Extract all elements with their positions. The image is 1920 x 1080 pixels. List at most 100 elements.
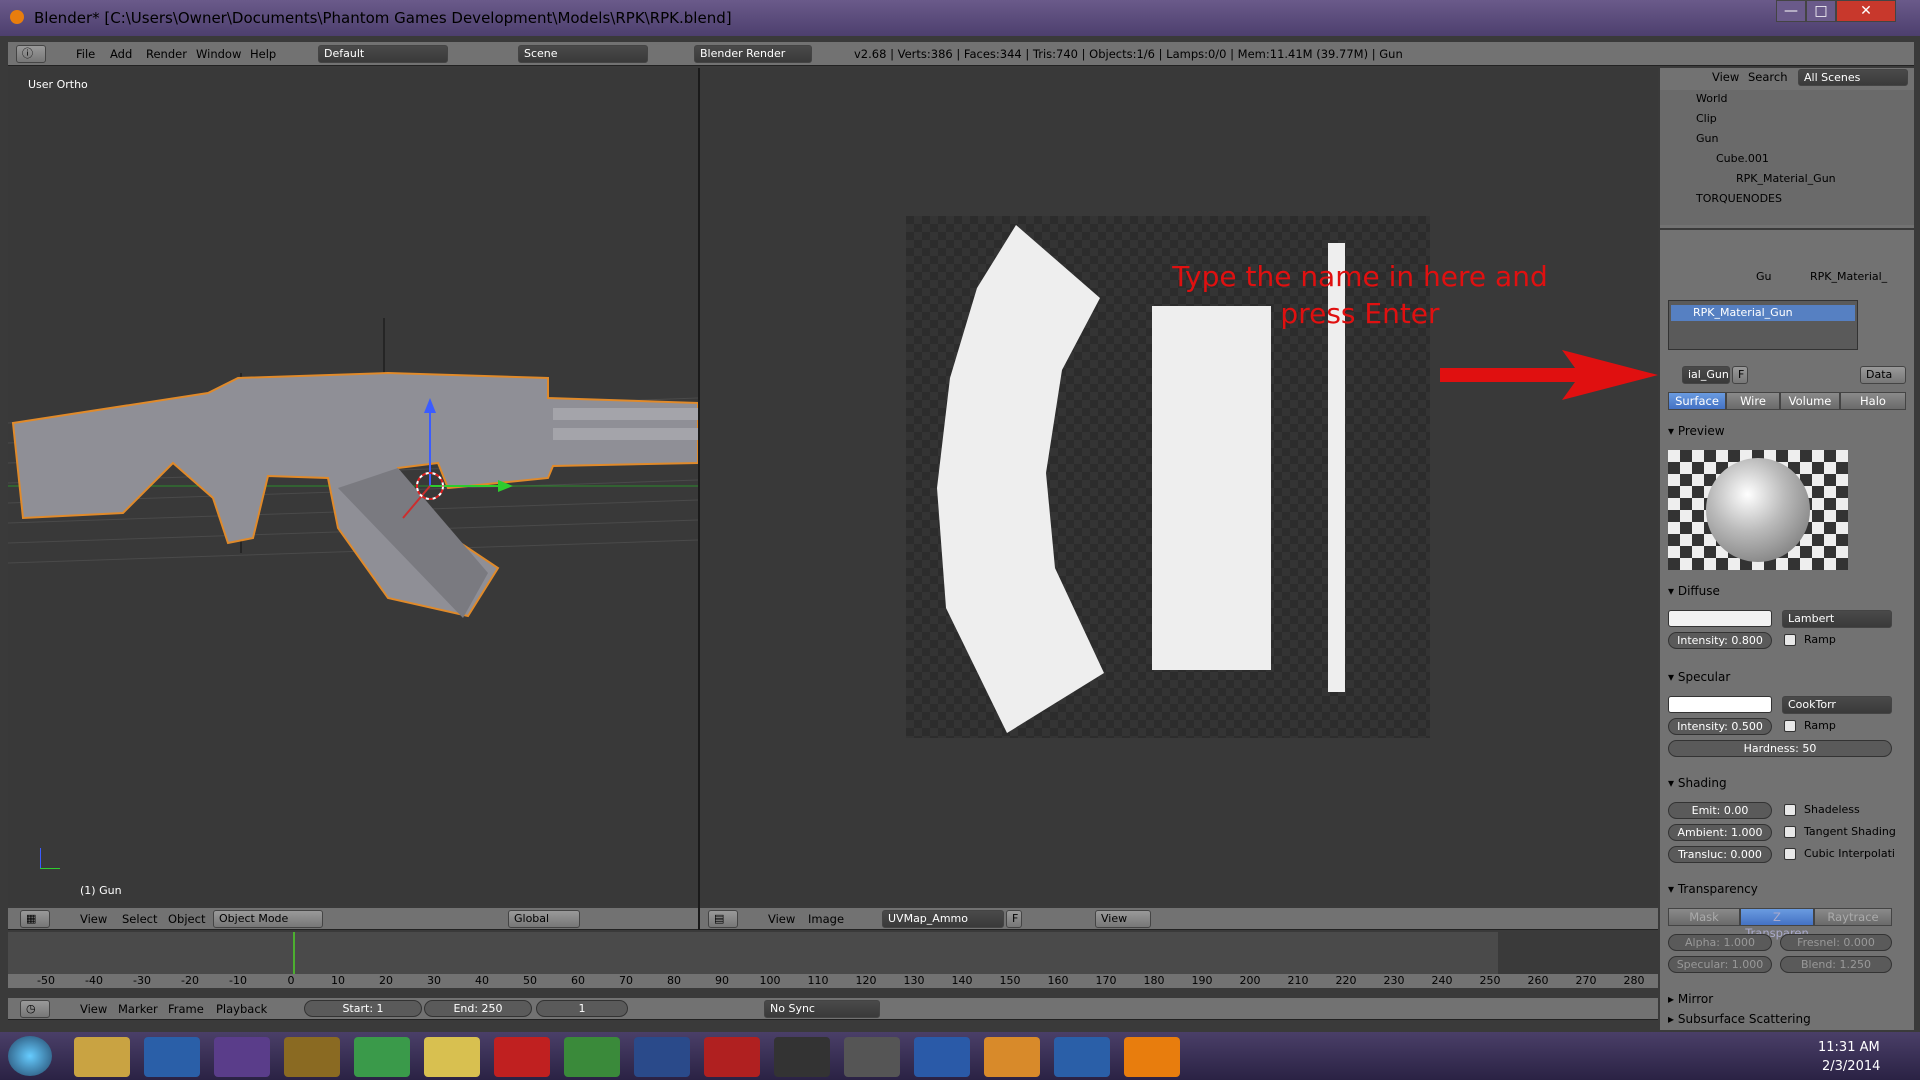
diffuse-color[interactable] xyxy=(1668,610,1772,627)
diffuse-shader-select[interactable]: Lambert xyxy=(1782,610,1892,628)
tab-surface[interactable]: Surface xyxy=(1668,392,1726,410)
orientation-select[interactable]: Global xyxy=(508,910,580,928)
tab-mask[interactable]: Mask xyxy=(1668,908,1740,926)
viewport-editor-type[interactable]: ▦ xyxy=(20,910,50,928)
specular-color[interactable] xyxy=(1668,696,1772,713)
taskbar-ant-icon[interactable] xyxy=(284,1037,340,1077)
clock-time[interactable]: 11:31 AM xyxy=(1818,1040,1880,1055)
end-frame-field[interactable]: End: 250 xyxy=(424,1000,532,1017)
mode-select[interactable]: Object Mode xyxy=(213,910,323,928)
link-data-select[interactable]: Data xyxy=(1860,366,1906,384)
editor-type-button[interactable]: ⓘ xyxy=(16,45,46,63)
uv-menu-image[interactable]: Image xyxy=(808,909,844,929)
ambient-field[interactable]: Ambient: 1.000 xyxy=(1668,824,1772,841)
minimize-button[interactable]: — xyxy=(1776,0,1806,22)
taskbar-thunderbird-icon[interactable] xyxy=(634,1037,690,1077)
menu-window[interactable]: Window xyxy=(196,44,241,64)
breadcrumb-material[interactable]: RPK_Material_ xyxy=(1810,270,1887,283)
clock-date[interactable]: 2/3/2014 xyxy=(1822,1059,1880,1074)
taskbar-word-icon[interactable] xyxy=(914,1037,970,1077)
timeline[interactable]: -50 -40 -30 -20 -10 0 10 20 30 40 50 60 70 80 90 100 110… xyxy=(8,932,1658,988)
timeline-menu-marker[interactable]: Marker xyxy=(118,999,158,1019)
viewport-menu-object[interactable]: Object xyxy=(168,909,205,929)
taskbar-plane-icon[interactable] xyxy=(844,1037,900,1077)
transform-manipulator[interactable] xyxy=(8,68,698,906)
outliner-item[interactable]: RPK_Material_Gun xyxy=(1736,172,1836,185)
outliner-menu-search[interactable]: Search xyxy=(1748,69,1788,85)
outliner-item[interactable]: TORQUENODES xyxy=(1696,192,1782,205)
emit-field[interactable]: Emit: 0.00 xyxy=(1668,802,1772,819)
section-sss[interactable]: ▸ Subsurface Scattering xyxy=(1668,1012,1811,1026)
blend-field[interactable]: Blend: 1.250 xyxy=(1780,956,1892,973)
taskbar-tor-icon[interactable] xyxy=(214,1037,270,1077)
fake-user-button[interactable]: F xyxy=(1006,910,1022,928)
transluc-field[interactable]: Transluc: 0.000 xyxy=(1668,846,1772,863)
start-button[interactable] xyxy=(8,1036,52,1076)
section-mirror[interactable]: ▸ Mirror xyxy=(1668,992,1713,1006)
taskbar-pse-icon[interactable] xyxy=(144,1037,200,1077)
uv-editor-type[interactable]: ▤ xyxy=(708,910,738,928)
3d-viewport[interactable]: User Ortho (1) Gun xyxy=(8,68,698,906)
menu-file[interactable]: File xyxy=(76,44,95,64)
material-name-field[interactable]: ial_Gun xyxy=(1682,366,1730,384)
trans-specular-field[interactable]: Specular: 1.000 xyxy=(1668,956,1772,973)
outliner-item[interactable]: World xyxy=(1696,92,1728,105)
outliner-item[interactable]: Clip xyxy=(1696,112,1717,125)
shadeless-checkbox[interactable] xyxy=(1784,804,1796,816)
section-transparency[interactable]: ▾ Transparency xyxy=(1668,882,1758,896)
taskbar-media-icon[interactable] xyxy=(984,1037,1040,1077)
viewport-menu-select[interactable]: Select xyxy=(122,909,157,929)
maximize-button[interactable]: □ xyxy=(1806,0,1836,22)
cubic-checkbox[interactable] xyxy=(1784,848,1796,860)
tab-ztransparency[interactable]: Z Transparen xyxy=(1740,908,1814,940)
tab-raytrace[interactable]: Raytrace xyxy=(1814,908,1892,926)
material-slot[interactable]: RPK_Material_Gun xyxy=(1671,305,1855,321)
outliner-filter[interactable]: All Scenes xyxy=(1798,69,1908,86)
timeline-menu-playback[interactable]: Playback xyxy=(216,999,267,1019)
specular-shader-select[interactable]: CookTorr xyxy=(1782,696,1892,714)
alpha-field[interactable]: Alpha: 1.000 xyxy=(1668,934,1772,951)
diffuse-intensity[interactable]: Intensity: 0.800 xyxy=(1668,632,1772,649)
tab-wire[interactable]: Wire xyxy=(1726,392,1780,410)
outliner-menu-view[interactable]: View xyxy=(1712,69,1739,85)
uv-editor[interactable]: Type the name in here and press Enter xyxy=(700,68,1658,906)
section-preview[interactable]: ▾ Preview xyxy=(1668,424,1725,438)
viewport-menu-view[interactable]: View xyxy=(80,909,107,929)
menu-help[interactable]: Help xyxy=(250,44,276,64)
taskbar-filezilla-icon[interactable] xyxy=(494,1037,550,1077)
close-button[interactable]: ✕ xyxy=(1836,0,1896,22)
breadcrumb-object[interactable]: Gu xyxy=(1756,270,1772,283)
layout-select[interactable]: Default xyxy=(318,45,448,63)
scene-select[interactable]: Scene xyxy=(518,45,648,63)
fake-user-toggle[interactable]: F xyxy=(1732,366,1748,384)
timeline-menu-frame[interactable]: Frame xyxy=(168,999,204,1019)
section-specular[interactable]: ▾ Specular xyxy=(1668,670,1730,684)
taskbar-sticky-icon[interactable] xyxy=(424,1037,480,1077)
taskbar-explorer-icon[interactable] xyxy=(74,1037,130,1077)
tangent-checkbox[interactable] xyxy=(1784,826,1796,838)
timeline-menu-view[interactable]: View xyxy=(80,999,107,1019)
taskbar-chrome-icon[interactable] xyxy=(564,1037,620,1077)
tab-volume[interactable]: Volume xyxy=(1780,392,1840,410)
timeline-editor-type[interactable]: ◷ xyxy=(20,1000,50,1018)
outliner-item[interactable]: Gun xyxy=(1696,132,1718,145)
section-shading[interactable]: ▾ Shading xyxy=(1668,776,1727,790)
start-frame-field[interactable]: Start: 1 xyxy=(304,1000,422,1017)
specular-intensity[interactable]: Intensity: 0.500 xyxy=(1668,718,1772,735)
render-engine-select[interactable]: Blender Render xyxy=(694,45,812,63)
fresnel-field[interactable]: Fresnel: 0.000 xyxy=(1780,934,1892,951)
taskbar-steam-icon[interactable] xyxy=(774,1037,830,1077)
outliner-item[interactable]: Cube.001 xyxy=(1716,152,1769,165)
menu-add[interactable]: Add xyxy=(110,44,132,64)
image-name-field[interactable]: UVMap_Ammo xyxy=(882,910,1004,928)
sync-select[interactable]: No Sync xyxy=(764,1000,880,1018)
specular-hardness[interactable]: Hardness: 50 xyxy=(1668,740,1892,757)
diffuse-ramp-checkbox[interactable] xyxy=(1784,634,1796,646)
taskbar-blender-icon[interactable] xyxy=(1124,1037,1180,1077)
uv-menu-view[interactable]: View xyxy=(768,909,795,929)
taskbar-crystal-icon[interactable] xyxy=(354,1037,410,1077)
menu-render[interactable]: Render xyxy=(146,44,187,64)
taskbar-adobe-icon[interactable] xyxy=(704,1037,760,1077)
taskbar-pse2-icon[interactable] xyxy=(1054,1037,1110,1077)
specular-ramp-checkbox[interactable] xyxy=(1784,720,1796,732)
